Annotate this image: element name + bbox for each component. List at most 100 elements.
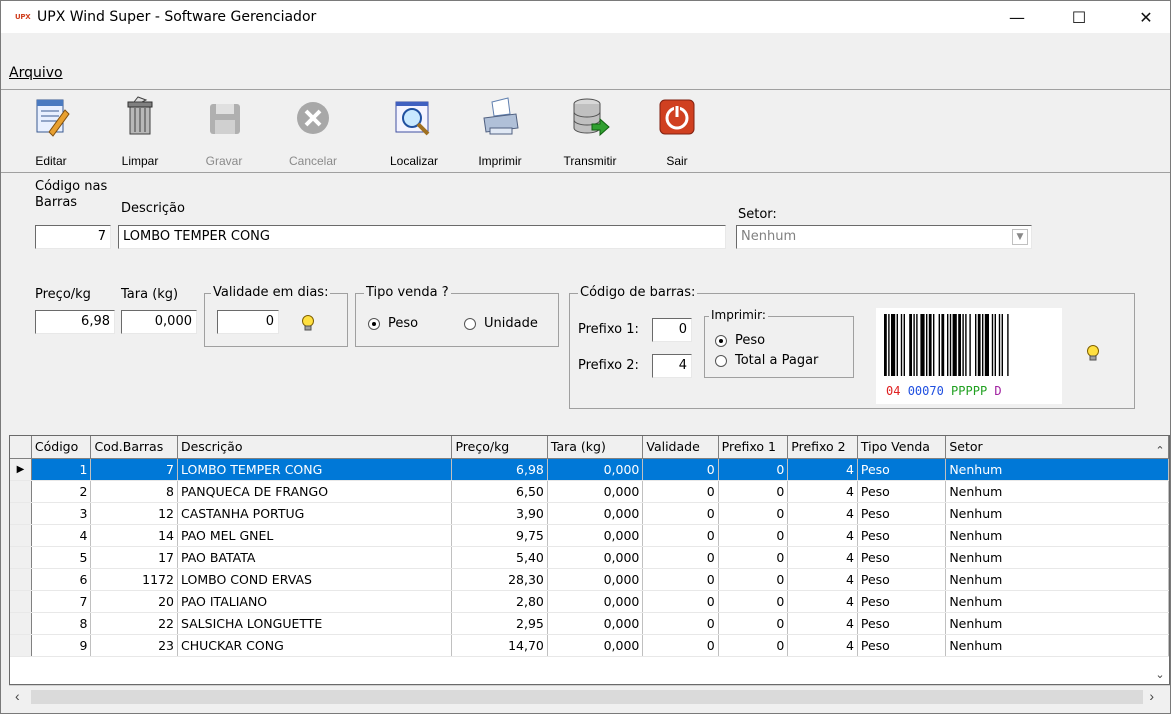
column-header[interactable]: Descrição [177,436,453,459]
table-cell[interactable]: 0 [718,524,789,547]
table-cell[interactable]: Peso [857,502,947,525]
table-cell[interactable]: 0 [718,634,789,657]
table-cell[interactable]: 8 [31,612,92,635]
preco-input[interactable]: 6,98 [35,310,115,334]
table-cell[interactable]: 4 [787,502,858,525]
table-cell[interactable]: 0 [718,546,789,569]
scroll-down-icon[interactable]: ⌄ [1151,668,1169,684]
table-cell[interactable]: 0 [642,524,719,547]
table-cell[interactable]: Nenhum [945,546,1169,569]
table-cell[interactable]: 0,000 [547,546,644,569]
chevron-down-icon[interactable]: ▼ [1012,229,1028,245]
row-indicator[interactable] [10,480,32,503]
table-cell[interactable]: 0 [718,458,789,481]
table-cell[interactable]: Nenhum [945,480,1169,503]
table-cell[interactable]: Nenhum [945,590,1169,613]
maximize-button[interactable]: ☐ [1056,1,1102,33]
table-cell[interactable]: CASTANHA PORTUG [177,502,453,525]
table-row[interactable]: 3 12 CASTANHA PORTUG 3,90 0,000 0 0 4 Peso Nenhum [10,502,1169,525]
lightbulb-icon[interactable] [301,314,315,332]
table-cell[interactable]: 0 [642,502,719,525]
table-cell[interactable]: 0 [642,634,719,657]
prefixo2-input[interactable]: 4 [652,354,692,378]
column-header[interactable]: Tara (kg) [547,436,644,459]
minimize-button[interactable]: — [994,1,1040,33]
tara-input[interactable]: 0,000 [121,310,197,334]
table-cell[interactable]: 5 [31,546,92,569]
row-indicator[interactable] [10,546,32,569]
table-cell[interactable]: LOMBO TEMPER CONG [177,458,453,481]
table-cell[interactable]: 0,000 [547,524,644,547]
table-cell[interactable]: 6,50 [451,480,548,503]
table-cell[interactable]: 4 [787,590,858,613]
table-row[interactable]: 6 1172 LOMBO COND ERVAS 28,30 0,000 0 0 4 Peso Ne… [10,568,1169,591]
table-cell[interactable]: 6,98 [451,458,548,481]
column-header[interactable]: Código [31,436,92,459]
table-cell[interactable]: 8 [90,480,178,503]
column-header[interactable]: Tipo Venda [857,436,947,459]
table-cell[interactable]: PAO BATATA [177,546,453,569]
table-cell[interactable]: 9 [31,634,92,657]
table-cell[interactable]: 0,000 [547,458,644,481]
table-cell[interactable]: 4 [787,634,858,657]
table-cell[interactable]: 0 [642,612,719,635]
scroll-right-icon[interactable]: › [1149,688,1154,704]
table-cell[interactable]: Peso [857,634,947,657]
table-cell[interactable]: Nenhum [945,458,1169,481]
table-cell[interactable]: Peso [857,458,947,481]
table-cell[interactable]: 0 [642,590,719,613]
table-cell[interactable]: 4 [787,480,858,503]
row-indicator[interactable] [10,634,32,657]
table-cell[interactable]: 0 [718,612,789,635]
table-cell[interactable]: 0,000 [547,612,644,635]
localizar-button[interactable]: Localizar [379,96,449,168]
horizontal-scrollbar[interactable]: ‹ › [9,685,1170,707]
table-cell[interactable]: Nenhum [945,568,1169,591]
menu-arquivo[interactable]: Arquivo [9,65,63,81]
imprimir-button[interactable]: Imprimir [471,96,529,168]
table-cell[interactable]: PANQUECA DE FRANGO [177,480,453,503]
table-cell[interactable]: Nenhum [945,612,1169,635]
table-cell[interactable]: Nenhum [945,634,1169,657]
table-cell[interactable]: 0,000 [547,502,644,525]
row-indicator[interactable]: ▶ [10,458,32,481]
table-cell[interactable]: LOMBO COND ERVAS [177,568,453,591]
transmitir-button[interactable]: Transmitir [555,96,625,168]
table-cell[interactable]: 9,75 [451,524,548,547]
limpar-button[interactable]: Limpar [113,96,167,168]
table-cell[interactable]: 1172 [90,568,178,591]
table-cell[interactable]: 23 [90,634,178,657]
table-cell[interactable]: 2,95 [451,612,548,635]
table-row[interactable]: ▶ 1 7 LOMBO TEMPER CONG 6,98 0,000 0 0 4 Peso Nenh… [10,458,1169,481]
tipo-unidade-radio[interactable] [464,318,476,330]
table-cell[interactable]: Peso [857,612,947,635]
validade-input[interactable]: 0 [217,310,279,334]
table-cell[interactable]: 7 [90,458,178,481]
lightbulb-icon[interactable] [1086,344,1100,362]
table-cell[interactable]: 2 [31,480,92,503]
table-cell[interactable]: 4 [31,524,92,547]
table-cell[interactable]: 4 [787,458,858,481]
row-indicator[interactable] [10,590,32,613]
table-cell[interactable]: 20 [90,590,178,613]
row-indicator[interactable] [10,612,32,635]
table-row[interactable]: 4 14 PAO MEL GNEL 9,75 0,000 0 0 4 Peso Nenhum [10,524,1169,547]
close-button[interactable]: ✕ [1123,1,1169,33]
setor-select[interactable]: Nenhum ▼ [736,225,1032,249]
table-cell[interactable]: 1 [31,458,92,481]
column-header[interactable]: Setor [945,436,1169,459]
row-indicator[interactable] [10,568,32,591]
table-cell[interactable]: 4 [787,546,858,569]
descricao-input[interactable]: LOMBO TEMPER CONG [118,225,726,249]
table-cell[interactable]: 4 [787,524,858,547]
products-grid[interactable]: Código Cod.Barras Descrição Preço/kg Tara (k… [9,435,1170,685]
table-row[interactable]: 8 22 SALSICHA LONGUETTE 2,95 0,000 0 0 4 Peso Nen… [10,612,1169,635]
table-cell[interactable]: Peso [857,546,947,569]
table-cell[interactable]: 6 [31,568,92,591]
sair-button[interactable]: Sair [653,96,701,168]
scrollbar-thumb[interactable] [31,690,1143,704]
column-header[interactable]: Prefixo 1 [718,436,789,459]
table-cell[interactable]: 14 [90,524,178,547]
column-header[interactable]: Preço/kg [451,436,548,459]
table-cell[interactable]: 0 [718,568,789,591]
